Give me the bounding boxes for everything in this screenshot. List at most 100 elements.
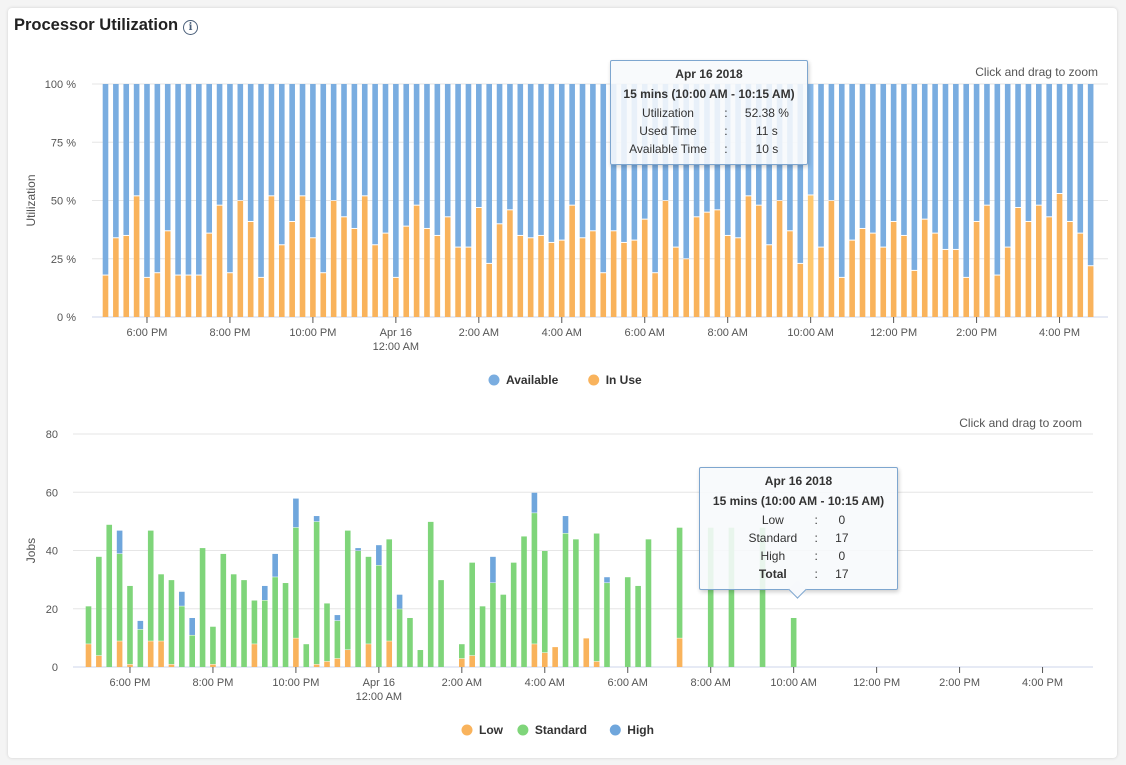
bar-standard xyxy=(324,603,330,662)
legend-marker[interactable] xyxy=(517,724,529,736)
bar-standard xyxy=(417,650,424,667)
bar-standard xyxy=(604,583,610,667)
bar-low xyxy=(583,638,590,667)
x-tick-label: 10:00 PM xyxy=(272,677,319,689)
bar-low xyxy=(116,641,123,667)
bar-standard xyxy=(438,580,444,667)
x-tick-label: 2:00 PM xyxy=(939,677,980,689)
tooltip-row: High:0 xyxy=(742,547,854,565)
bar-low xyxy=(552,647,558,667)
bar-high xyxy=(490,556,496,583)
bar-standard xyxy=(469,562,475,656)
bar-standard xyxy=(521,536,527,667)
bar-low xyxy=(334,658,341,667)
bar-low xyxy=(365,644,372,667)
y-tick-label: 0 xyxy=(52,662,58,674)
bar-standard xyxy=(96,556,102,656)
bar-standard xyxy=(676,527,683,638)
bar-high xyxy=(293,498,299,528)
bar-high xyxy=(562,516,569,534)
bar-standard xyxy=(230,574,237,667)
bar-standard xyxy=(479,606,486,667)
bar-standard xyxy=(500,594,507,667)
utilization-tooltip: Apr 16 2018 15 mins (10:00 AM - 10:15 AM… xyxy=(610,60,808,165)
bar-low xyxy=(251,644,258,667)
bar-standard xyxy=(459,644,465,659)
jobs-chart[interactable]: 0 20 40 60 80 Jobs 6:00 PM 8:00 PM 10:00 PM Apr 1… xyxy=(0,0,1126,765)
tooltip-value: 0 xyxy=(838,549,846,563)
bar-standard xyxy=(137,629,144,667)
legend-marker[interactable] xyxy=(461,724,473,736)
bar-standard xyxy=(116,553,123,641)
bar-standard xyxy=(355,551,361,667)
bar-standard xyxy=(376,565,382,667)
bar-low xyxy=(531,644,538,667)
tooltip-value: 17 xyxy=(835,567,849,581)
bar-standard xyxy=(573,539,579,667)
bar-standard xyxy=(562,533,569,667)
bar-high xyxy=(604,577,610,583)
legend-item-high[interactable]: High xyxy=(627,723,654,737)
x-tick-label: 8:00 AM xyxy=(691,677,731,689)
bar-standard xyxy=(407,617,413,667)
bar-low xyxy=(593,661,600,667)
tooltip-row: Used Time:11 s xyxy=(623,122,795,140)
y-tick-label: 40 xyxy=(46,546,58,558)
jobs-tooltip: Apr 16 2018 15 mins (10:00 AM - 10:15 AM… xyxy=(699,467,898,599)
bar-standard xyxy=(220,553,227,667)
bar-standard xyxy=(127,585,133,665)
x-tick-label: 4:00 PM xyxy=(1022,677,1063,689)
bar-standard xyxy=(365,556,372,644)
y-tick-label: 80 xyxy=(46,429,58,441)
bar-low xyxy=(324,661,330,667)
bar-standard xyxy=(168,580,175,665)
tooltip-value: 17 xyxy=(835,531,849,545)
bar-low xyxy=(158,641,164,667)
x-tick-label: 10:00 AM xyxy=(770,677,816,689)
bar-standard xyxy=(510,562,517,667)
x-tick-label: 6:00 PM xyxy=(109,677,150,689)
bar-high xyxy=(179,591,185,606)
bar-high xyxy=(272,553,278,577)
x-tick-label: 6:00 AM xyxy=(608,677,648,689)
bar-low xyxy=(85,644,92,667)
bar-high xyxy=(189,617,195,635)
tooltip-value: 10 s xyxy=(755,142,779,156)
bar-standard xyxy=(624,577,631,667)
tooltip-value: 0 xyxy=(838,513,846,527)
bar-standard xyxy=(334,620,341,659)
bar-low xyxy=(313,664,320,667)
x-tick-label: 8:00 PM xyxy=(192,677,233,689)
bar-high xyxy=(531,492,538,513)
bar-high xyxy=(334,615,341,621)
bar-standard xyxy=(261,600,268,667)
tooltip-row: Utilization:52.38 % xyxy=(623,104,795,122)
bar-standard xyxy=(344,530,351,650)
bar-high xyxy=(355,548,361,551)
tooltip-date: Apr 16 2018 xyxy=(675,67,743,81)
bar-standard xyxy=(199,548,206,667)
tooltip-value: 52.38 % xyxy=(744,106,789,120)
bar-standard xyxy=(593,533,600,662)
bar-low xyxy=(96,655,102,667)
tooltip-label: Available Time xyxy=(629,142,707,156)
tooltip-row: Total:17 xyxy=(742,565,854,583)
bar-standard xyxy=(635,585,641,667)
legend-item-standard[interactable]: Standard xyxy=(535,723,587,737)
bar-low xyxy=(293,638,299,667)
bar-standard xyxy=(293,527,299,638)
bar-standard xyxy=(645,539,652,667)
bar-standard xyxy=(427,521,434,667)
x-tick-label: 12:00 PM xyxy=(853,677,900,689)
legend-marker[interactable] xyxy=(609,724,621,736)
tooltip-row: Standard:17 xyxy=(742,529,854,547)
bar-standard xyxy=(531,513,538,644)
bar-standard xyxy=(303,644,310,667)
x-tick-label-2: 12:00 AM xyxy=(356,691,402,703)
tooltip-label: Low xyxy=(761,513,784,527)
tooltip-label: Utilization xyxy=(641,106,694,120)
legend-item-low[interactable]: Low xyxy=(479,723,504,737)
bar-standard xyxy=(541,551,548,653)
bar-high xyxy=(261,585,268,601)
bar-low xyxy=(344,650,351,667)
